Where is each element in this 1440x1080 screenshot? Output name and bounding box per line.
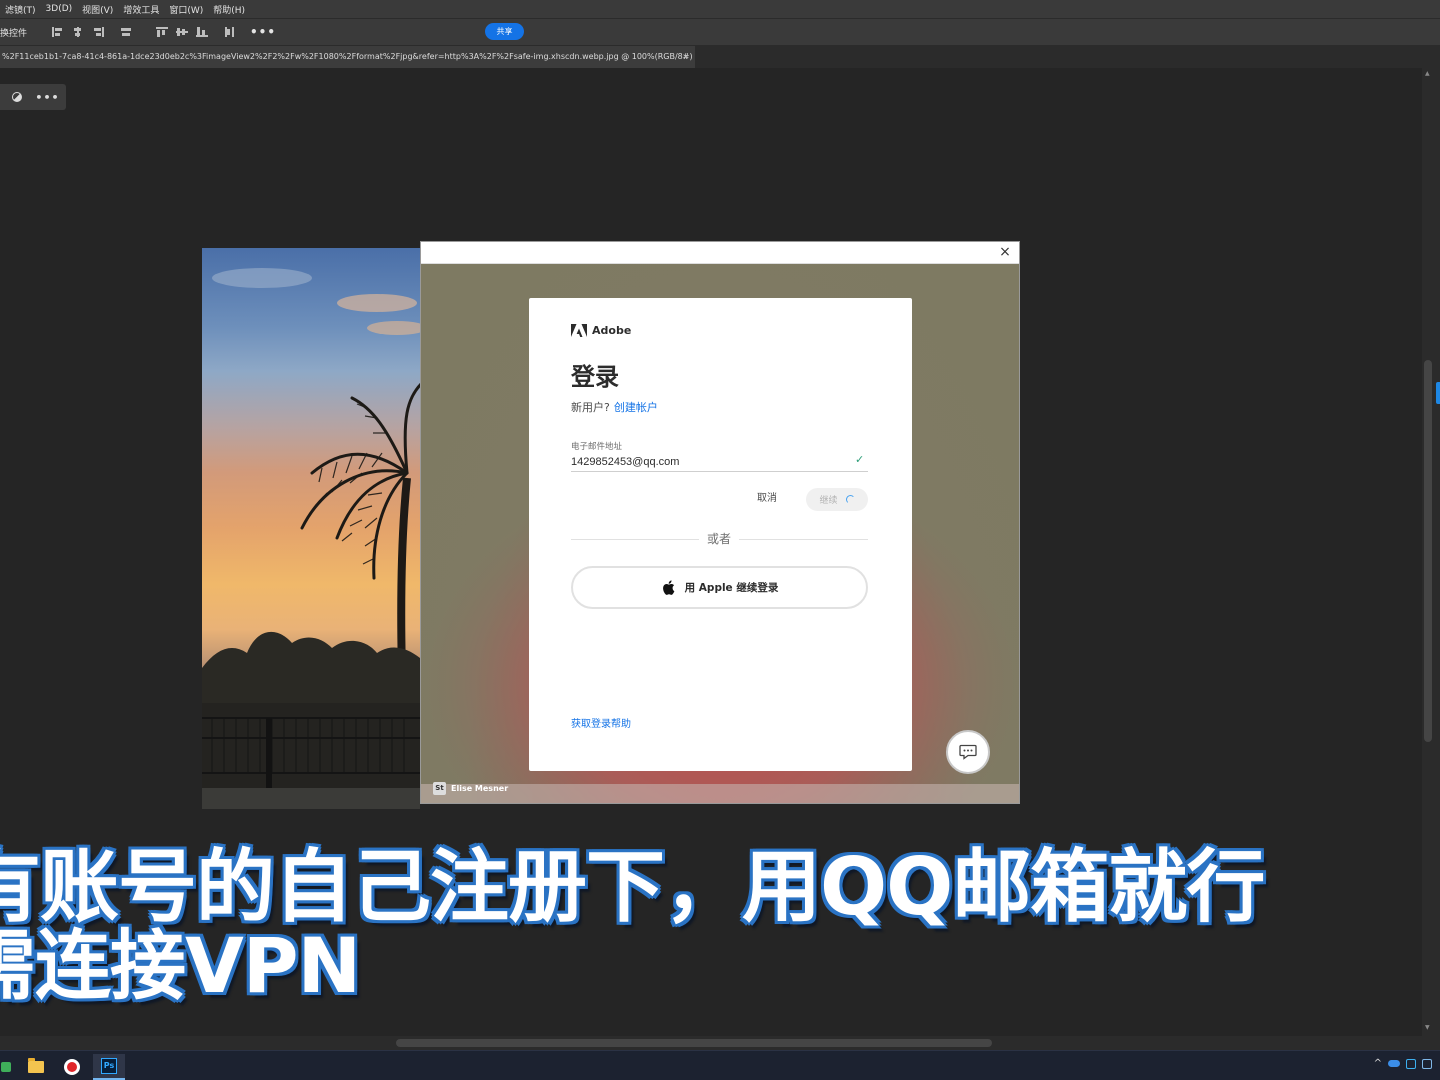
align-left-icon[interactable] [52,27,64,37]
email-field[interactable] [571,453,868,472]
photo-credit-name: Elise Mesner [451,784,509,793]
login-titlebar: × [421,242,1019,264]
adobe-brand: Adobe [571,324,631,337]
taskbar-app-partial[interactable] [0,1054,22,1080]
adobe-logo-icon [571,324,587,337]
stock-badge-icon: St [433,782,446,795]
or-divider: 或者 [571,531,868,547]
check-icon: ✓ [855,453,865,466]
menu-plugins[interactable]: 增效工具 [118,3,164,16]
subtitle-line-2: 需连接VPN [0,921,361,1010]
onedrive-icon[interactable] [1388,1060,1400,1067]
document-tab-bar: %2F11ceb1b1-7ca8-41c4-861a-1dce23d0eb2c%… [0,46,1440,68]
more-options-icon[interactable]: ••• [250,25,276,39]
mask-icon[interactable] [12,92,23,102]
horizontal-scrollbar[interactable] [0,1036,1440,1050]
login-card: Adobe 登录 新用户? 创建帐户 电子邮件地址 ✓ 取消 继续 或者 用 Ap… [529,298,912,771]
photoshop-icon: Ps [101,1058,117,1074]
vertical-scrollbar[interactable]: ▲ ▼ [1422,68,1440,1036]
taskbar: Ps ^ [0,1050,1440,1080]
align-top-icon[interactable] [156,27,168,37]
vertical-scroll-thumb[interactable] [1424,360,1432,742]
options-bar: 换控件 ••• 共享 [0,18,1440,46]
create-account-link[interactable]: 创建帐户 [614,401,658,414]
close-icon[interactable]: × [997,244,1013,260]
email-label: 电子邮件地址 [571,442,623,452]
tray-chevron-icon[interactable]: ^ [1374,1058,1382,1069]
cancel-button[interactable]: 取消 [749,488,785,510]
document-tab[interactable]: %2F11ceb1b1-7ca8-41c4-861a-1dce23d0eb2c%… [0,46,695,68]
align-middle-v-icon[interactable] [176,27,188,37]
align-right-icon[interactable] [92,27,104,37]
transform-controls-label[interactable]: 换控件 [0,26,40,39]
document-tab-title: %2F11ceb1b1-7ca8-41c4-861a-1dce23d0eb2c%… [2,52,693,61]
photo-scene [202,268,420,809]
share-button[interactable]: 共享 [485,23,524,40]
horizontal-scroll-thumb[interactable] [396,1039,992,1047]
scroll-down-icon[interactable]: ▼ [1425,1024,1430,1031]
login-window: × St Elise Mesner Adobe 登录 新用户? 创建帐户 电子邮… [420,241,1020,804]
menu-filter[interactable]: 滤镜(T) [0,3,41,16]
menu-help[interactable]: 帮助(H) [208,3,250,16]
folder-icon [28,1058,44,1073]
menu-window[interactable]: 窗口(W) [164,3,208,16]
continue-label: 继续 [819,496,838,506]
apple-signin-label: 用 Apple 继续登录 [684,582,779,594]
continue-button[interactable]: 继续 [806,488,868,511]
scroll-up-icon[interactable]: ▲ [1425,70,1430,77]
close-icon[interactable]: × [682,46,689,68]
panel-edge-tab[interactable] [1436,382,1440,404]
more-icon[interactable]: ••• [35,91,59,104]
distribute-vertical-icon[interactable] [120,27,132,37]
app-icon [1,1062,11,1072]
adobe-brand-label: Adobe [592,324,632,337]
menu-bar: 滤镜(T) 3D(D) 视图(V) 增效工具 窗口(W) 帮助(H) [0,0,1440,18]
tray-app-icon[interactable] [1406,1058,1416,1069]
contextual-task-bar: ••• [0,84,66,110]
system-tray: ^ [1374,1058,1432,1069]
new-user-row: 新用户? 创建帐户 [571,399,658,415]
menu-view[interactable]: 视图(V) [77,3,118,16]
loading-spinner-icon [845,495,855,504]
canvas-photo [202,248,420,809]
apple-signin-button[interactable]: 用 Apple 继续登录 [571,566,868,609]
new-user-prompt: 新用户? [571,401,610,414]
or-text: 或者 [699,531,739,547]
align-bottom-icon[interactable] [196,27,208,37]
tray-app2-icon[interactable] [1422,1058,1432,1069]
taskbar-screen-recorder[interactable] [56,1054,88,1080]
menu-3d[interactable]: 3D(D) [41,4,78,14]
login-title: 登录 [571,363,619,391]
photo-credit: St Elise Mesner [433,782,508,795]
chat-button[interactable] [946,730,990,774]
taskbar-file-explorer[interactable] [20,1054,52,1080]
apple-logo-icon [662,580,675,595]
taskbar-photoshop[interactable]: Ps [93,1054,125,1080]
record-icon [64,1059,80,1075]
distribute-horizontal-icon[interactable] [224,27,236,37]
align-center-h-icon[interactable] [72,27,84,37]
signin-help-link[interactable]: 获取登录帮助 [571,715,631,730]
chat-bubble-icon [959,744,977,760]
